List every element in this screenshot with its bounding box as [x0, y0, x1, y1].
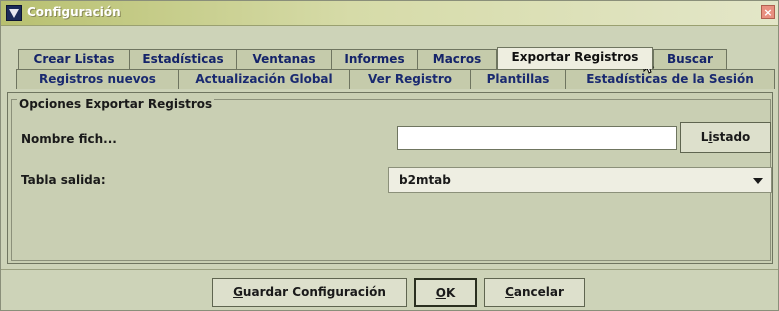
tab-macros[interactable]: Macros [417, 49, 497, 69]
save-configuration-button[interactable]: Guardar Configuración [212, 278, 407, 307]
output-table-value: b2mtab [399, 173, 451, 187]
tab-exportar-registros[interactable]: Exportar Registros [497, 47, 653, 69]
ok-button[interactable]: OK [414, 278, 477, 307]
tab-actualizacion-global[interactable]: Actualización Global [178, 69, 350, 89]
filename-label: Nombre fich... [21, 132, 117, 146]
window-title: Configuración [27, 5, 121, 19]
app-icon [6, 5, 22, 21]
tab-estadisticas-sesion[interactable]: Estadísticas de la Sesión [565, 69, 775, 89]
configuration-window: Configuración × Crear Listas Estadística… [0, 0, 779, 311]
title-bar[interactable]: Configuración × [1, 1, 778, 26]
tab-ventanas[interactable]: Ventanas [236, 49, 332, 69]
chevron-down-icon[interactable] [753, 178, 763, 184]
tab-crear-listas[interactable]: Crear Listas [18, 49, 130, 69]
output-table-select[interactable]: b2mtab [388, 167, 772, 193]
tab-estadisticas[interactable]: Estadísticas [129, 49, 237, 69]
output-table-label: Tabla salida: [21, 173, 106, 187]
browse-list-button[interactable]: Listado [680, 122, 771, 153]
cancel-button[interactable]: Cancelar [484, 278, 585, 307]
filename-input[interactable] [397, 126, 677, 150]
group-title: Opciones Exportar Registros [17, 97, 215, 111]
tab-ver-registro[interactable]: Ver Registro [349, 69, 471, 89]
tab-plantillas[interactable]: Plantillas [470, 69, 566, 89]
close-icon[interactable]: × [761, 5, 775, 19]
tab-registros-nuevos[interactable]: Registros nuevos [16, 69, 179, 89]
tab-informes[interactable]: Informes [331, 49, 418, 69]
tab-buscar[interactable]: Buscar [653, 49, 727, 69]
